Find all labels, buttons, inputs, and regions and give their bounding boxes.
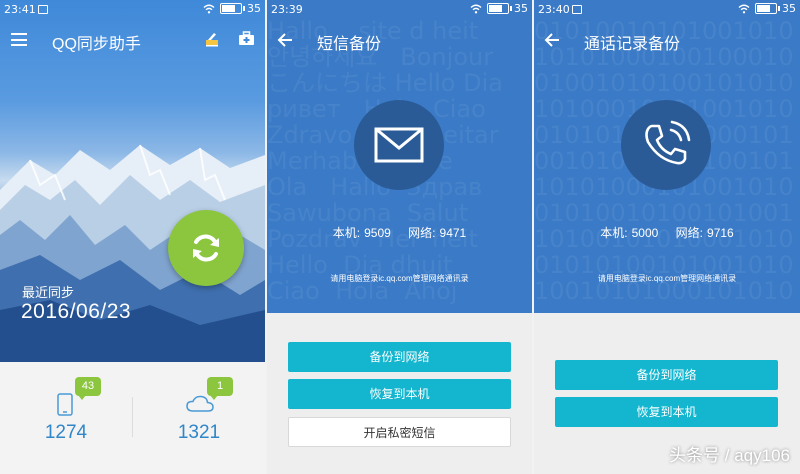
local-label: 本机: bbox=[600, 226, 628, 240]
network-label: 网络: bbox=[408, 226, 436, 240]
call-log-backup-screen: 01010010101001010 10101000100100010 0100… bbox=[534, 0, 800, 474]
clean-broom-icon[interactable] bbox=[204, 31, 220, 47]
restore-to-local-button[interactable]: 恢复到本机 bbox=[288, 379, 511, 409]
toolbox-icon[interactable] bbox=[238, 31, 255, 46]
cloud-new-badge: 1 bbox=[207, 377, 233, 400]
page-title: 短信备份 bbox=[317, 36, 382, 53]
battery-icon bbox=[487, 3, 512, 14]
image-notification-icon bbox=[572, 5, 582, 14]
backup-to-network-button[interactable]: 备份到网络 bbox=[555, 360, 778, 390]
back-arrow-icon[interactable] bbox=[277, 33, 293, 47]
network-count: 9716 bbox=[707, 226, 734, 240]
sync-home-screen: 23:41 35 QQ同步助手 最近同步 2016/06/23 43 1274 … bbox=[0, 0, 265, 474]
cloud-contacts-count: 1321 bbox=[177, 422, 221, 443]
battery-level: 35 bbox=[782, 2, 796, 15]
sms-backup-screen: Hallo site d heit 안녕하세요 Bonjour こんにちは He… bbox=[267, 0, 532, 474]
phone-icon bbox=[57, 393, 73, 416]
last-sync-date: 2016/06/23 bbox=[21, 300, 132, 323]
image-notification-icon bbox=[38, 5, 48, 14]
status-time: 23:40 bbox=[538, 3, 570, 16]
hero-banner: 23:41 35 QQ同步助手 最近同步 2016/06/23 bbox=[0, 0, 265, 362]
status-bar: 23:41 35 bbox=[0, 0, 265, 20]
header-background: 01010010101001010 10101000100100010 0100… bbox=[534, 0, 800, 313]
cloud-contacts-stat[interactable]: 1 1321 bbox=[133, 362, 265, 474]
local-new-badge: 43 bbox=[75, 377, 101, 400]
sms-icon-circle bbox=[354, 100, 444, 190]
phone-handset-icon bbox=[645, 120, 691, 165]
watermark: 头条号 / aqy106 bbox=[669, 446, 790, 465]
wifi-icon bbox=[203, 4, 215, 13]
local-contacts-count: 1274 bbox=[44, 422, 88, 443]
envelope-icon bbox=[374, 127, 424, 163]
local-label: 本机: bbox=[332, 226, 361, 240]
battery-level: 35 bbox=[514, 2, 528, 15]
battery-icon bbox=[220, 3, 245, 14]
battery-level: 35 bbox=[247, 2, 261, 15]
enable-private-sms-button[interactable]: 开启私密短信 bbox=[288, 417, 511, 447]
wifi-icon bbox=[738, 4, 750, 13]
restore-to-local-button[interactable]: 恢复到本机 bbox=[555, 397, 778, 427]
call-icon-circle bbox=[621, 100, 711, 190]
network-label: 网络: bbox=[675, 226, 704, 240]
local-count: 5000 bbox=[631, 226, 659, 240]
app-title: QQ同步助手 bbox=[52, 36, 141, 53]
battery-icon bbox=[755, 3, 780, 14]
local-count: 9509 bbox=[364, 226, 391, 240]
back-arrow-icon[interactable] bbox=[544, 33, 560, 47]
header-background: Hallo site d heit 안녕하세요 Bonjour こんにちは He… bbox=[267, 0, 532, 313]
backup-counts: 本机: 5000 网络: 9716 bbox=[534, 224, 800, 241]
backup-counts: 本机: 9509 网络: 9471 bbox=[267, 224, 532, 241]
local-contacts-stat[interactable]: 43 1274 bbox=[0, 362, 132, 474]
page-title: 通话记录备份 bbox=[584, 36, 681, 53]
status-time: 23:39 bbox=[271, 3, 303, 16]
menu-icon[interactable] bbox=[11, 33, 27, 46]
sync-refresh-icon bbox=[193, 234, 219, 262]
manage-hint: 请用电脑登录ic.qq.com管理网络通讯录 bbox=[330, 274, 469, 283]
status-bar: 23:39 35 bbox=[267, 0, 532, 20]
status-bar: 23:40 35 bbox=[534, 0, 800, 20]
stats-bar: 43 1274 1 1321 bbox=[0, 362, 265, 474]
sync-button[interactable] bbox=[168, 210, 244, 286]
network-count: 9471 bbox=[439, 226, 467, 240]
actions-area: 备份到网络 恢复到本机 开启私密短信 bbox=[267, 313, 532, 474]
last-sync-label: 最近同步 bbox=[22, 285, 75, 300]
backup-to-network-button[interactable]: 备份到网络 bbox=[288, 342, 511, 372]
manage-hint: 请用电脑登录ic.qq.com管理网络通讯录 bbox=[597, 274, 737, 283]
status-time: 23:41 bbox=[4, 3, 36, 16]
wifi-icon bbox=[470, 4, 482, 13]
